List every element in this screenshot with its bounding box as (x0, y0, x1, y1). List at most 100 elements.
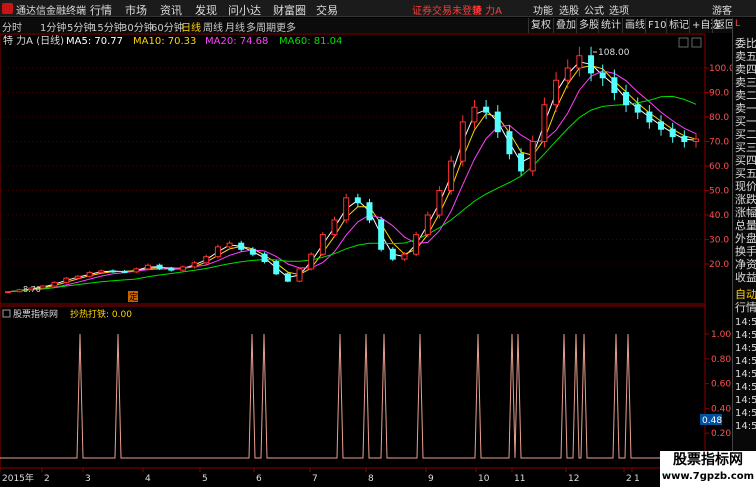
side-item-change-pct: 涨幅 (735, 206, 756, 219)
y-tick-label: 1.00 (711, 330, 731, 340)
candle-body (681, 136, 688, 143)
kline-chart[interactable]: 100.090.080.070.060.050.040.030.020.0 1.… (0, 0, 756, 487)
x-tick-label: 5 (202, 474, 208, 484)
x-tick-label: 3 (85, 474, 91, 484)
x-tick-label: 10 (478, 474, 490, 484)
candle-body (308, 253, 315, 270)
y-tick-label: 40.0 (709, 211, 729, 221)
candle-body (553, 79, 560, 106)
candle-body (98, 270, 105, 274)
candle-body (296, 268, 303, 282)
side-item-buy2: 买二 (735, 128, 756, 141)
candle-body (51, 281, 58, 287)
candle-body (494, 111, 501, 133)
candle-body (669, 128, 676, 138)
candle-body (448, 160, 455, 192)
candle-body (436, 190, 443, 216)
y-tick-label: 80.0 (709, 113, 729, 123)
y-tick-label: 0.20 (711, 429, 731, 439)
candle-body (203, 256, 210, 264)
candle-body (39, 285, 46, 289)
side-item-earnings: 收益 (735, 271, 756, 284)
candle-body (238, 242, 245, 250)
side-item-volume: 总量 (735, 219, 756, 232)
candle-body (378, 219, 385, 250)
y-tick-label: 70.0 (709, 138, 729, 148)
main-pane (0, 33, 706, 305)
candle-body (483, 106, 490, 113)
ma10-label: MA10: 70.33 (133, 36, 196, 47)
candle-body (343, 197, 350, 221)
candle-body (401, 253, 408, 260)
candle-body (214, 246, 221, 258)
x-tick-label: 6 (256, 474, 262, 484)
tick-time: 14:56 (735, 421, 756, 432)
tick-time: 14:56 (735, 343, 756, 354)
auto-refresh-sub: 行情 (735, 301, 756, 314)
tick-time: 14:56 (735, 369, 756, 380)
candle-body (646, 111, 653, 123)
side-item-sell4: 卖四 (735, 63, 756, 76)
indicator-value: 抄热打铁: 0.00 (70, 308, 132, 320)
y-tick-label: 90.0 (709, 89, 729, 99)
x-tick-label: 12 (568, 474, 579, 484)
candle-body (16, 289, 23, 293)
side-item-change: 涨跌 (735, 193, 756, 206)
candle-body (273, 261, 280, 275)
event-marker-label: 定 (129, 291, 138, 303)
side-item-price: 现价 (735, 180, 756, 193)
x-tick-label: 2015年 (2, 472, 34, 484)
y-tick-label: 60.0 (709, 162, 729, 172)
x-axis: 2015年 2 3 4 5 6 7 8 9 10 11 12 2 1 (0, 468, 640, 484)
candle-body (389, 248, 396, 260)
ma60-label: MA60: 81.04 (279, 36, 342, 47)
ma5-label: MA5: 70.77 (66, 36, 123, 47)
candle-body (459, 121, 466, 162)
main-y-axis: 100.090.080.070.060.050.040.030.020.0 (705, 64, 735, 270)
candle-body (588, 55, 595, 74)
candle-body (179, 266, 186, 271)
candle-body (354, 197, 361, 204)
candle-body (471, 106, 478, 123)
candle-body (658, 121, 665, 130)
side-item-sell2: 卖二 (735, 89, 756, 102)
side-item-sell1: 卖一 (735, 102, 756, 115)
candle-body (121, 270, 128, 273)
high-label: 108.00 (598, 48, 630, 58)
tick-time: 14:56 (735, 395, 756, 406)
candle-body (413, 234, 420, 255)
watermark-title: 股票指标网 (673, 452, 743, 468)
indicator-pane (0, 305, 706, 469)
side-header-l: L (735, 19, 741, 29)
quote-side-panel: L 委比 卖五 卖四 卖三 卖二 卖一 买一 买二 买三 买四 买五 现价 涨跌… (732, 18, 756, 468)
candle-body (284, 273, 291, 282)
candle-body (693, 138, 699, 143)
stock-label: 特 力A (日线) (3, 34, 64, 47)
candle-body (109, 270, 116, 273)
candle-body (634, 104, 641, 113)
indicator-current-value: 0.48 (702, 416, 722, 426)
side-item-sell5: 卖五 (735, 50, 756, 63)
candle-body (86, 272, 93, 277)
candle-body (611, 77, 618, 94)
candle-body (226, 242, 233, 248)
y-tick-label: 20.0 (709, 260, 729, 270)
x-tick-label: 9 (428, 474, 434, 484)
candle-body (518, 153, 525, 172)
candle-body (191, 262, 198, 268)
candle-body (541, 104, 548, 142)
side-item-buy4: 买四 (735, 154, 756, 167)
x-tick-label: 7 (312, 474, 318, 484)
candle-body (133, 268, 140, 273)
y-tick-label: 30.0 (709, 236, 729, 246)
tick-time: 14:56 (735, 356, 756, 367)
tick-time: 14:56 (735, 382, 756, 393)
candle-body (576, 55, 583, 69)
x-tick-label: 2 (44, 474, 50, 484)
candle-body (168, 267, 175, 271)
tick-time: 14:56 (735, 408, 756, 419)
auto-refresh[interactable]: 自动 (735, 288, 756, 301)
watermark-url: www.7gpzb.com (661, 471, 755, 482)
side-item-buy3: 买三 (735, 141, 756, 154)
candle-body (599, 72, 606, 79)
